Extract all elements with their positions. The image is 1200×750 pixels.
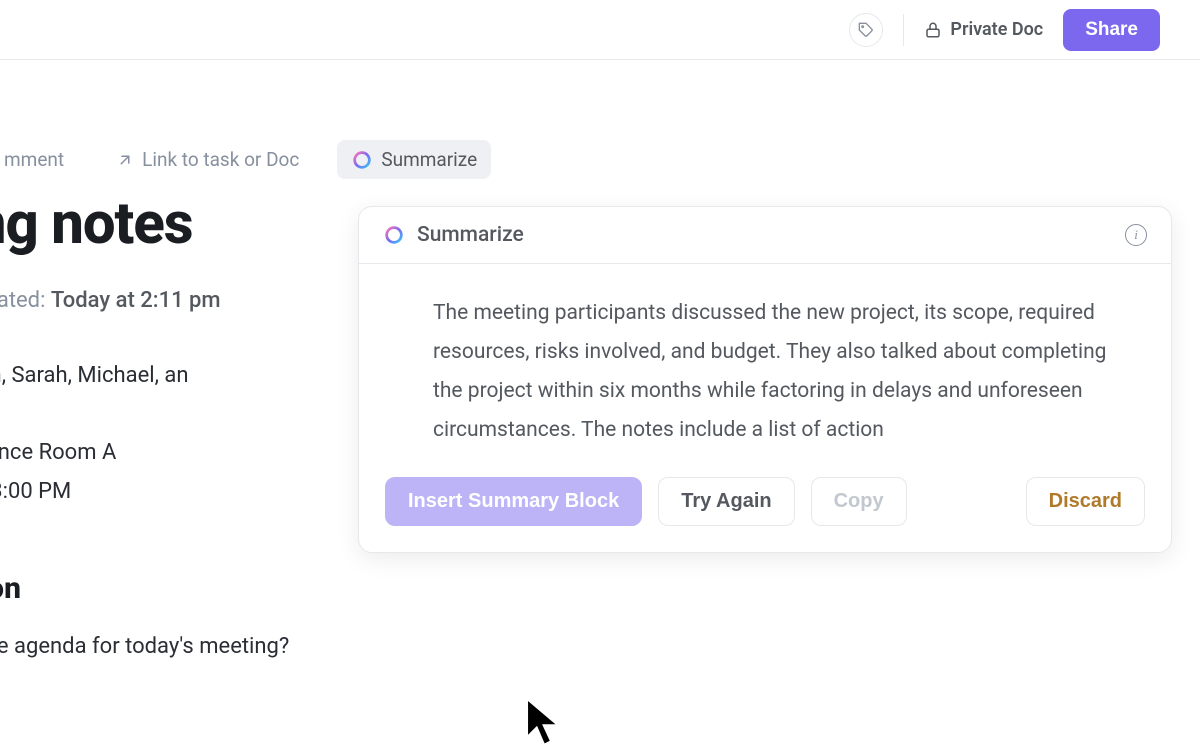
privacy-label: Private Doc bbox=[950, 19, 1043, 40]
toolbar-link-label: Link to task or Doc bbox=[142, 148, 299, 171]
toolbar-link[interactable]: Link to task or Doc bbox=[102, 140, 313, 179]
ai-icon bbox=[383, 224, 405, 246]
toolbar-summarize-label: Summarize bbox=[381, 148, 477, 171]
link-arrow-icon bbox=[116, 151, 134, 169]
toolbar-comment-label: mment bbox=[4, 148, 64, 171]
body-line: what's the agenda for today's meeting? bbox=[0, 634, 510, 659]
copy-button[interactable]: Copy bbox=[811, 477, 907, 526]
privacy-toggle[interactable]: Private Doc bbox=[924, 19, 1043, 40]
insert-summary-button[interactable]: Insert Summary Block bbox=[385, 477, 642, 526]
divider bbox=[903, 14, 904, 46]
toolbar-comment[interactable]: mment bbox=[0, 140, 78, 179]
last-updated-value: Today at 2:11 pm bbox=[51, 288, 221, 313]
popover-actions: Insert Summary Block Try Again Copy Disc… bbox=[359, 459, 1171, 552]
info-icon[interactable]: i bbox=[1125, 224, 1147, 246]
popover-header: Summarize i bbox=[359, 207, 1171, 264]
summarize-popover: Summarize i The meeting participants dis… bbox=[358, 206, 1172, 553]
top-bar: Private Doc Share bbox=[0, 0, 1200, 60]
tag-button[interactable] bbox=[849, 13, 883, 47]
toolbar-summarize[interactable]: Summarize bbox=[337, 140, 491, 179]
tag-icon bbox=[858, 22, 874, 38]
popover-body: The meeting participants discussed the n… bbox=[359, 264, 1171, 459]
popover-title-wrap: Summarize bbox=[383, 223, 524, 247]
meta-participants-value: John, Sarah, Michael, an bbox=[0, 363, 189, 388]
last-updated-label: Last Updated: bbox=[0, 288, 45, 313]
mouse-cursor-icon bbox=[524, 696, 564, 750]
section-heading: ersation bbox=[0, 571, 510, 606]
try-again-button[interactable]: Try Again bbox=[658, 477, 794, 526]
popover-title: Summarize bbox=[417, 223, 524, 247]
inline-toolbar: mment Link to task or Doc Summarize bbox=[0, 140, 491, 179]
discard-button[interactable]: Discard bbox=[1026, 477, 1145, 526]
share-button[interactable]: Share bbox=[1063, 9, 1160, 51]
lock-icon bbox=[924, 21, 942, 39]
ai-icon bbox=[351, 149, 373, 171]
